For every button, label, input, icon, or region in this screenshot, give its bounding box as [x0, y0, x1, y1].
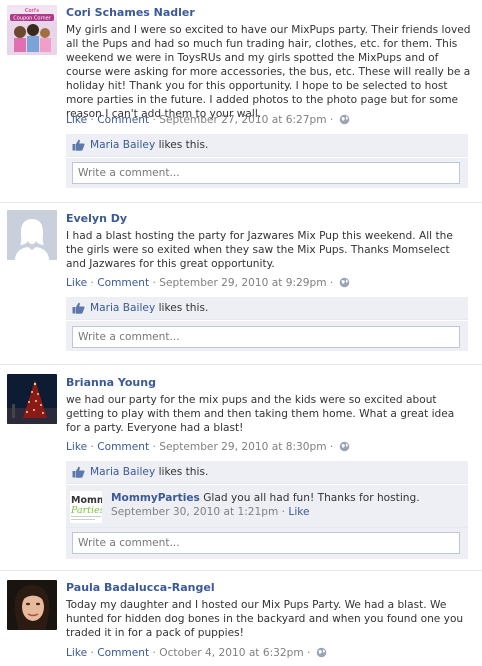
post-divider — [0, 202, 482, 203]
comment-link[interactable]: Comment — [97, 114, 149, 126]
comment-link[interactable]: Comment — [97, 647, 149, 659]
avatar[interactable] — [7, 374, 57, 424]
post-divider — [0, 364, 482, 365]
svg-text:Cori's: Cori's — [25, 8, 39, 14]
likes-row: Maria Bailey likes this. — [66, 461, 468, 484]
profile-photo-christmas-tree-icon — [7, 374, 57, 424]
post-timestamp[interactable]: October 4, 2010 at 6:32pm — [159, 647, 303, 659]
comment-link[interactable]: Comment — [97, 277, 149, 289]
reply-author[interactable]: MommyParties — [111, 492, 200, 504]
liker-name[interactable]: Maria Bailey — [90, 139, 155, 151]
mommyparties-logo-icon[interactable]: Mommy Parties — [70, 491, 102, 523]
liker-name[interactable]: Maria Bailey — [90, 302, 155, 314]
post-actions: Like · Comment · September 29, 2010 at 9… — [66, 276, 350, 290]
svg-text:Parties: Parties — [70, 505, 102, 516]
likes-text: likes this. — [158, 466, 209, 478]
comment-input[interactable]: Write a comment... — [72, 162, 460, 184]
post-divider — [0, 570, 482, 571]
post-message: Today my daughter and I hosted our Mix P… — [66, 599, 464, 639]
like-link[interactable]: Like — [66, 277, 87, 289]
post-timestamp[interactable]: September 29, 2010 at 8:30pm — [159, 441, 326, 453]
like-link[interactable]: Like — [66, 114, 87, 126]
comment-reply: Mommy Parties MommyParties Glad you all … — [66, 485, 468, 528]
avatar[interactable] — [7, 580, 57, 630]
post-actions: Like · Comment · October 4, 2010 at 6:32… — [66, 646, 327, 660]
post-timestamp[interactable]: September 27, 2010 at 6:27pm — [159, 114, 326, 126]
like-link[interactable]: Like — [66, 441, 87, 453]
reply-like-link[interactable]: Like — [288, 506, 309, 518]
comment-area: Write a comment... — [66, 528, 468, 559]
post-author[interactable]: Evelyn Dy — [66, 212, 472, 226]
post-message: we had our party for the mix pups and th… — [66, 394, 455, 434]
likes-row: Maria Bailey likes this. — [66, 297, 468, 320]
reply-timestamp[interactable]: September 30, 2010 at 1:21pm — [111, 506, 278, 518]
likes-text: likes this. — [158, 302, 209, 314]
post-message: I had a blast hosting the party for Jazw… — [66, 230, 453, 270]
post-author[interactable]: Brianna Young — [66, 376, 472, 390]
thumbs-up-icon — [72, 139, 85, 151]
comment-input[interactable]: Write a comment... — [72, 532, 460, 554]
thumbs-up-icon — [72, 302, 85, 314]
liker-name[interactable]: Maria Bailey — [90, 466, 155, 478]
globe-icon[interactable] — [339, 277, 350, 288]
comment-area: Write a comment... — [66, 321, 468, 351]
post-timestamp[interactable]: September 29, 2010 at 9:29pm — [159, 277, 326, 289]
comment-link[interactable]: Comment — [97, 441, 149, 453]
globe-icon[interactable] — [339, 114, 350, 125]
comment-input[interactable]: Write a comment... — [72, 326, 460, 348]
likes-text: likes this. — [158, 139, 209, 151]
thumbs-up-icon — [72, 466, 85, 478]
like-link[interactable]: Like — [66, 647, 87, 659]
globe-icon[interactable] — [316, 647, 327, 658]
reply-message: Glad you all had fun! Thanks for hosting… — [203, 492, 420, 504]
post-actions: Like · Comment · September 29, 2010 at 8… — [66, 440, 350, 454]
post-author[interactable]: Cori Schames Nadler — [66, 6, 472, 20]
avatar[interactable]: Cori's Coupon Corner — [7, 5, 57, 55]
profile-photo-coupon-corner-icon: Cori's Coupon Corner — [7, 5, 57, 55]
post-message: My girls and I were so excited to have o… — [66, 24, 471, 120]
globe-icon[interactable] — [339, 441, 350, 452]
post-author[interactable]: Paula Badalucca-Rangel — [66, 581, 472, 595]
comment-area: Write a comment... — [66, 158, 468, 188]
profile-photo-woman-icon — [7, 580, 57, 630]
default-female-avatar-icon — [7, 210, 57, 260]
avatar-caption: Coupon Corner — [13, 16, 51, 22]
likes-row: Maria Bailey likes this. — [66, 134, 468, 157]
post-actions: Like · Comment · September 27, 2010 at 6… — [66, 113, 350, 127]
avatar[interactable] — [7, 210, 57, 260]
